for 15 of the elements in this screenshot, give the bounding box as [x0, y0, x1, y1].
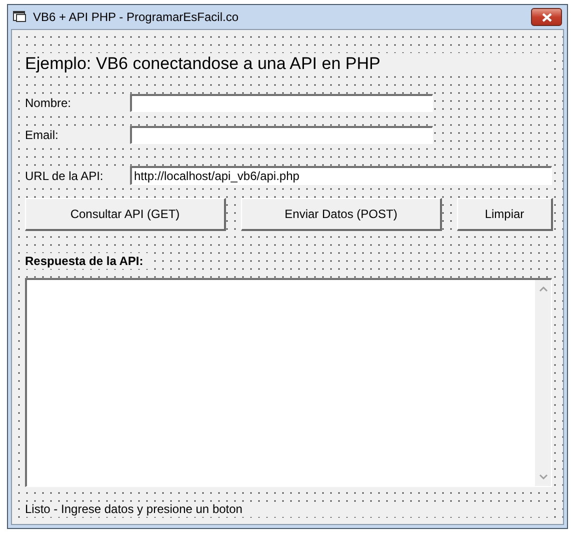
input-field[interactable]: [130, 94, 433, 112]
scroll-up-icon[interactable]: [538, 286, 548, 292]
command-button[interactable]: Enviar Datos (POST): [241, 198, 442, 231]
response-label: Respuesta de la API:: [25, 253, 150, 269]
scroll-down-icon[interactable]: [538, 474, 548, 480]
response-box[interactable]: [25, 278, 552, 487]
close-button[interactable]: [531, 8, 562, 26]
scrollbar[interactable]: [535, 280, 551, 486]
input-field[interactable]: [130, 126, 433, 144]
form-icon: [13, 11, 27, 23]
close-icon: [542, 12, 552, 22]
window-title: VB6 + API PHP - ProgramarEsFacil.co: [33, 10, 239, 24]
command-button[interactable]: Limpiar: [457, 198, 553, 231]
command-button[interactable]: Consultar API (GET): [25, 198, 226, 231]
input-field[interactable]: http://localhost/api_vb6/api.php: [130, 166, 552, 185]
